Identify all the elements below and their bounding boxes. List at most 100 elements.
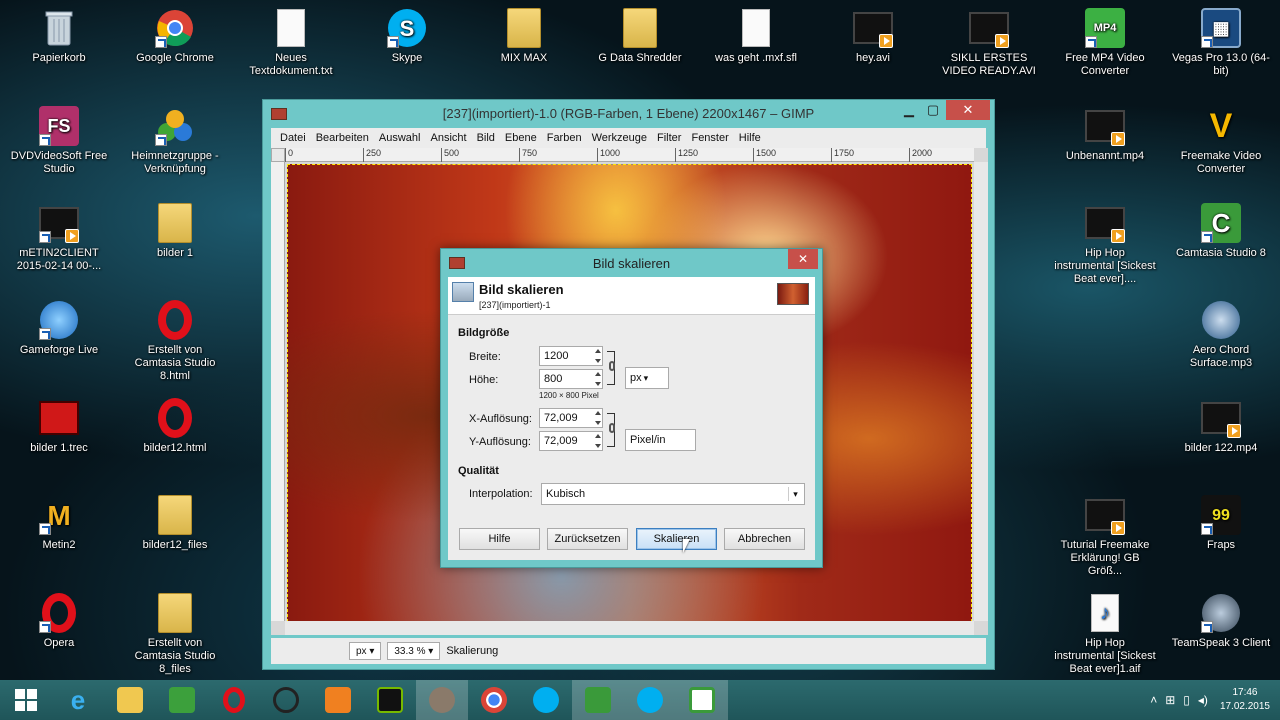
- desktop-icon-heimnetzgruppe[interactable]: Heimnetzgruppe - Verknüpfung: [122, 106, 228, 176]
- battery-icon[interactable]: ▯: [1183, 693, 1190, 707]
- desktop-icon-bilder-1-trec[interactable]: bilder 1.trec: [6, 398, 112, 455]
- taskbar-skype[interactable]: [520, 680, 572, 720]
- gimp-app-icon: [449, 257, 465, 269]
- clock[interactable]: 17:46 17.02.2015: [1212, 686, 1280, 714]
- scale-image-dialog: Bild skalieren ✕ Bild skalieren [237](im…: [440, 248, 823, 568]
- width-spin-arrows[interactable]: [593, 346, 603, 366]
- desktop-icon-bilder-122-mp4[interactable]: bilder 122.mp4: [1168, 398, 1274, 455]
- vertical-ruler[interactable]: [271, 162, 285, 621]
- ruler-tick: 500: [441, 148, 459, 162]
- taskbar-internet-explorer[interactable]: e: [52, 680, 104, 720]
- desktop-icon-teamspeak[interactable]: TeamSpeak 3 Client: [1168, 593, 1274, 650]
- desktop-icon-sikll-erstes-video[interactable]: SIKLL ERSTES VIDEO READY.AVI: [936, 8, 1042, 78]
- unit-select[interactable]: px ▾: [349, 642, 382, 660]
- desktop-icon-hip-hop-aif[interactable]: ♪ Hip Hop instrumental [Sickest Beat eve…: [1052, 593, 1158, 676]
- desktop-icon-dvdvideosoft[interactable]: FS DVDVideoSoft Free Studio: [6, 106, 112, 176]
- xres-spin-arrows[interactable]: [593, 408, 603, 428]
- taskbar-gimp[interactable]: [416, 680, 468, 720]
- desktop-icon-was-geht[interactable]: was geht .mxf.sfl: [703, 8, 809, 65]
- desktop-icon-vegas-pro[interactable]: ▦ Vegas Pro 13.0 (64-bit): [1168, 8, 1274, 78]
- menu-bild[interactable]: Bild: [472, 132, 500, 144]
- taskbar-media[interactable]: [312, 680, 364, 720]
- minimize-button[interactable]: ▁: [896, 100, 922, 120]
- height-spin-arrows[interactable]: [593, 369, 603, 389]
- desktop-icon-textdokument[interactable]: Neues Textdokument.txt: [238, 8, 344, 78]
- desktop-icon-mix-max[interactable]: MIX MAX: [471, 8, 577, 65]
- desktop-icon-camtasia-html[interactable]: Erstellt von Camtasia Studio 8.html: [122, 300, 228, 383]
- reset-button[interactable]: Zurücksetzen: [547, 528, 628, 550]
- help-button[interactable]: Hilfe: [459, 528, 540, 550]
- quick-mask-toggle[interactable]: [271, 148, 285, 162]
- desktop-icon-freemake-video-converter[interactable]: V Freemake Video Converter: [1168, 106, 1274, 176]
- dvdvideosoft-icon: FS: [39, 106, 79, 146]
- menu-datei[interactable]: Datei: [275, 132, 311, 144]
- desktop-icon-hip-hop-instrumental-video[interactable]: Hip Hop instrumental [Sickest Beat ever]…: [1052, 203, 1158, 286]
- start-button[interactable]: [0, 680, 52, 720]
- cancel-button[interactable]: Abbrechen: [724, 528, 805, 550]
- desktop-icon-metin2client-video[interactable]: mETIN2CLIENT 2015-02-14 00-...: [6, 203, 112, 273]
- dialog-close-button[interactable]: ✕: [788, 249, 818, 269]
- volume-icon[interactable]: ◂): [1198, 693, 1208, 707]
- zoom-select[interactable]: 33.3 % ▾: [387, 642, 441, 660]
- interpolation-select[interactable]: Kubisch ▾: [541, 483, 805, 505]
- taskbar-skype-2[interactable]: [624, 680, 676, 720]
- horizontal-ruler[interactable]: 0 250 500 750 1000 1250 1500 1750 2000: [285, 148, 974, 162]
- resolution-unit-select[interactable]: Pixel/in: [625, 429, 696, 451]
- desktop-icon-tuturial-freemake[interactable]: Tuturial Freemake Erklärung! GB Größ...: [1052, 495, 1158, 578]
- taskbar-nvidia[interactable]: [364, 680, 416, 720]
- taskbar-file-explorer[interactable]: [104, 680, 156, 720]
- desktop-icon-g-data-shredder[interactable]: G Data Shredder: [587, 8, 693, 65]
- menu-ebene[interactable]: Ebene: [500, 132, 542, 144]
- chrome-icon: [155, 8, 195, 48]
- chevron-up-icon[interactable]: ˄: [1150, 693, 1157, 707]
- desktop-icon-fraps[interactable]: 99 Fraps: [1168, 495, 1274, 552]
- desktop-icon-google-chrome[interactable]: Google Chrome: [122, 8, 228, 65]
- desktop-icon-papierkorb[interactable]: Papierkorb: [6, 8, 112, 65]
- taskbar-store[interactable]: [156, 680, 208, 720]
- desktop-icon-unbenannt-mp4[interactable]: Unbenannt.mp4: [1052, 106, 1158, 163]
- desktop-icon-gameforge-live[interactable]: Gameforge Live: [6, 300, 112, 357]
- taskbar-steam[interactable]: [260, 680, 312, 720]
- menu-auswahl[interactable]: Auswahl: [374, 132, 426, 144]
- network-icon[interactable]: ⊞: [1165, 693, 1175, 707]
- taskbar-opera[interactable]: [208, 680, 260, 720]
- horizontal-scrollbar[interactable]: [285, 621, 974, 635]
- taskbar-camtasia[interactable]: [572, 680, 624, 720]
- xres-value: 72,009: [544, 412, 578, 424]
- video-file-icon: [1201, 398, 1241, 438]
- vegas-icon: ▦: [1201, 8, 1241, 48]
- yres-spin-arrows[interactable]: [593, 431, 603, 451]
- size-unit-select[interactable]: px ▾: [625, 367, 669, 389]
- menu-ansicht[interactable]: Ansicht: [425, 132, 471, 144]
- scale-button[interactable]: Skalieren: [636, 528, 717, 550]
- taskbar-camtasia-recorder[interactable]: [676, 680, 728, 720]
- desktop-icon-skype[interactable]: S Skype: [354, 8, 460, 65]
- desktop-icon-metin2[interactable]: M Metin2: [6, 495, 112, 552]
- close-button[interactable]: ✕: [946, 100, 990, 120]
- chain-link-icon[interactable]: [609, 423, 615, 433]
- dialog-titlebar[interactable]: Bild skalieren: [441, 249, 822, 277]
- menu-farben[interactable]: Farben: [542, 132, 587, 144]
- desktop-icon-opera[interactable]: Opera: [6, 593, 112, 650]
- desktop-icon-bilder12-files[interactable]: bilder12_files: [122, 495, 228, 552]
- desktop-icon-label: bilder 122.mp4: [1184, 442, 1258, 454]
- menu-filter[interactable]: Filter: [652, 132, 686, 144]
- menu-hilfe[interactable]: Hilfe: [734, 132, 766, 144]
- menu-fenster[interactable]: Fenster: [686, 132, 733, 144]
- gimp-titlebar[interactable]: [237](importiert)-1.0 (RGB-Farben, 1 Ebe…: [263, 100, 994, 127]
- desktop-icon-aero-chord[interactable]: Aero Chord Surface.mp3: [1168, 300, 1274, 370]
- desktop-icon-label: Neues Textdokument.txt: [249, 52, 333, 77]
- vertical-scrollbar[interactable]: [974, 162, 988, 621]
- maximize-button[interactable]: ▢: [920, 100, 946, 120]
- desktop-icon-camtasia-files[interactable]: Erstellt von Camtasia Studio 8_files: [122, 593, 228, 676]
- chain-link-icon[interactable]: [609, 361, 615, 371]
- desktop-icon-bilder-1[interactable]: bilder 1: [122, 203, 228, 260]
- taskbar-chrome[interactable]: [468, 680, 520, 720]
- desktop-icon-free-mp4-video-converter[interactable]: MP4 Free MP4 Video Converter: [1052, 8, 1158, 78]
- menu-bearbeiten[interactable]: Bearbeiten: [311, 132, 374, 144]
- desktop-icon-camtasia-studio-8[interactable]: C Camtasia Studio 8: [1168, 203, 1274, 260]
- desktop-icon-hey-avi[interactable]: hey.avi: [820, 8, 926, 65]
- desktop-icon-bilder12-html[interactable]: bilder12.html: [122, 398, 228, 455]
- menu-werkzeuge[interactable]: Werkzeuge: [587, 132, 652, 144]
- opera-icon: [39, 593, 79, 633]
